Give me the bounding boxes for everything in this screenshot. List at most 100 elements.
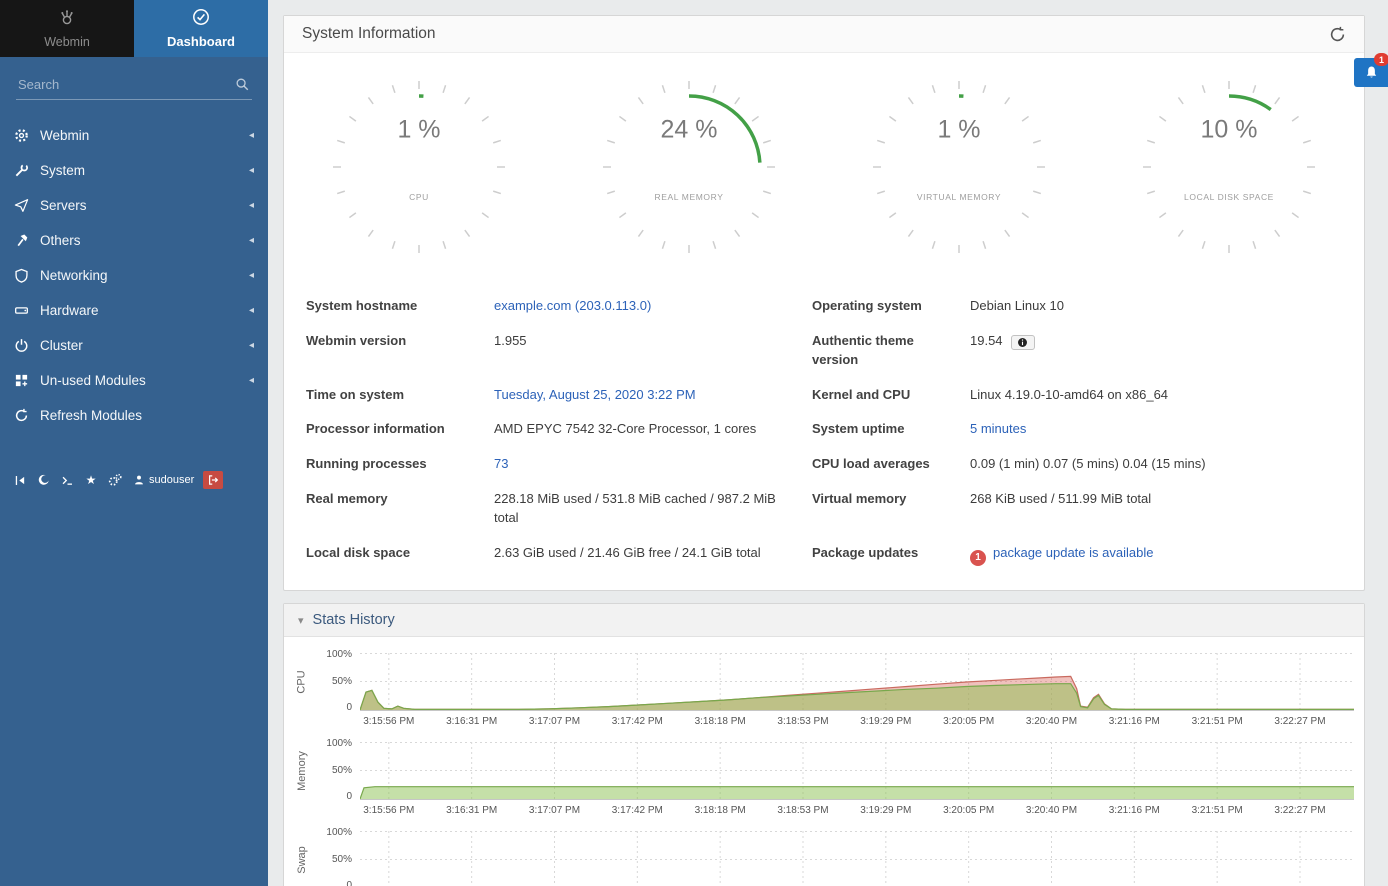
info-label: Webmin version bbox=[306, 324, 494, 359]
refresh-button[interactable] bbox=[1329, 26, 1346, 43]
night-mode-button[interactable] bbox=[36, 471, 52, 489]
chevron-left-icon: ◂ bbox=[249, 305, 254, 316]
chevron-left-icon: ◂ bbox=[249, 200, 254, 211]
user-button[interactable]: sudouser bbox=[131, 471, 196, 489]
search-icon[interactable] bbox=[235, 77, 250, 97]
x-axis-tick-label: 3:21:16 PM bbox=[1109, 716, 1160, 727]
hdd-icon bbox=[14, 303, 40, 318]
tab-dashboard-label: Dashboard bbox=[167, 34, 235, 49]
sidebar-item-refresh-modules[interactable]: Refresh Modules bbox=[0, 398, 268, 433]
running-processes-link[interactable]: 73 bbox=[494, 456, 508, 471]
chevron-left-icon: ◂ bbox=[249, 165, 254, 176]
x-axis-tick-label: 3:15:56 PM bbox=[363, 805, 414, 816]
sidebar-item-unused-modules[interactable]: Un-used Modules ◂ bbox=[0, 363, 268, 398]
info-label: Real memory bbox=[306, 482, 494, 517]
theme-info-button[interactable] bbox=[1011, 335, 1035, 350]
stats-history-header[interactable]: ▾ Stats History bbox=[284, 604, 1364, 637]
time-on-system-link[interactable]: Tuesday, August 25, 2020 3:22 PM bbox=[494, 387, 696, 402]
moon-icon bbox=[38, 474, 50, 486]
info-label: Kernel and CPU bbox=[812, 378, 970, 413]
gauge-value: 24 % bbox=[661, 116, 718, 145]
y-tick-label: 50% bbox=[332, 854, 352, 865]
collapse-triangle-icon: ▾ bbox=[298, 614, 304, 627]
memory-history-chart: Memory 100% 50% 0 3:15:56 PM3:16:31 PM3:… bbox=[290, 742, 1354, 820]
sidebar-item-hardware[interactable]: Hardware ◂ bbox=[0, 293, 268, 328]
terminal-button[interactable] bbox=[59, 471, 76, 489]
sidebar-item-system[interactable]: System ◂ bbox=[0, 153, 268, 188]
gear-icon bbox=[14, 128, 40, 143]
x-axis-tick-label: 3:20:40 PM bbox=[1026, 805, 1077, 816]
send-icon bbox=[14, 198, 40, 213]
sidebar-tabs: Webmin Dashboard bbox=[0, 0, 268, 57]
x-axis-tick-label: 3:18:53 PM bbox=[777, 805, 828, 816]
collapse-sidebar-button[interactable] bbox=[12, 471, 29, 489]
refresh-icon bbox=[14, 408, 40, 423]
memory-plot-area bbox=[360, 742, 1354, 800]
info-label: Package updates bbox=[812, 536, 970, 571]
favorites-button[interactable]: ★ bbox=[83, 471, 99, 489]
uptime-link[interactable]: 5 minutes bbox=[970, 421, 1026, 436]
sidebar-item-cluster[interactable]: Cluster ◂ bbox=[0, 328, 268, 363]
x-axis-tick-label: 3:22:27 PM bbox=[1274, 805, 1325, 816]
sidebar-item-others[interactable]: Others ◂ bbox=[0, 223, 268, 258]
chevron-left-icon: ◂ bbox=[249, 340, 254, 351]
main-content: System Information 1 % CPU 24 % REAL MEM… bbox=[268, 0, 1388, 886]
package-updates-link[interactable]: package update is available bbox=[993, 545, 1153, 560]
webmin-logo-icon bbox=[58, 9, 76, 32]
logout-button[interactable] bbox=[203, 471, 223, 489]
x-axis-tick-label: 3:21:16 PM bbox=[1109, 805, 1160, 816]
sidebar-item-networking[interactable]: Networking ◂ bbox=[0, 258, 268, 293]
gauge-dial bbox=[331, 79, 507, 255]
cpu-history-chart: CPU 100% 50% 0 3:15:56 PM3:16:31 PM3:17:… bbox=[290, 653, 1354, 731]
gauge-dial bbox=[871, 79, 1047, 255]
gears-icon bbox=[108, 473, 122, 487]
username-label: sudouser bbox=[149, 474, 194, 486]
info-value: 268 KiB used / 511.99 MiB total bbox=[970, 482, 1342, 517]
info-label: Processor information bbox=[306, 412, 494, 447]
chevron-left-icon: ◂ bbox=[249, 130, 254, 141]
info-label: Virtual memory bbox=[812, 482, 970, 517]
tab-dashboard[interactable]: Dashboard bbox=[134, 0, 268, 57]
stats-history-title: Stats History bbox=[313, 612, 395, 628]
x-axis-tick-label: 3:17:42 PM bbox=[612, 805, 663, 816]
gauge-label: VIRTUAL MEMORY bbox=[917, 192, 1001, 202]
gauge-value: 1 % bbox=[397, 116, 440, 145]
swap-plot-area bbox=[360, 831, 1354, 886]
sidebar-item-servers[interactable]: Servers ◂ bbox=[0, 188, 268, 223]
x-axis-tick-label: 3:20:05 PM bbox=[943, 805, 994, 816]
stats-history-panel: ▾ Stats History CPU 100% 50% 0 3:15:56 P… bbox=[283, 603, 1365, 886]
tools-icon bbox=[14, 233, 40, 248]
info-value: 0.09 (1 min) 0.07 (5 mins) 0.04 (15 mins… bbox=[970, 447, 1342, 482]
notifications-bell-button[interactable]: 1 bbox=[1354, 58, 1388, 87]
info-value: 19.54 bbox=[970, 324, 1342, 359]
y-tick-label: 50% bbox=[332, 676, 352, 687]
search-input[interactable] bbox=[16, 71, 252, 100]
y-tick-label: 100% bbox=[326, 827, 352, 838]
sidebar-menu: Webmin ◂ System ◂ Servers ◂ Others ◂ Net… bbox=[0, 118, 268, 433]
x-axis-tick-label: 3:17:07 PM bbox=[529, 805, 580, 816]
tab-webmin[interactable]: Webmin bbox=[0, 0, 134, 57]
hostname-link[interactable]: example.com (203.0.113.0) bbox=[494, 298, 651, 313]
info-value: example.com (203.0.113.0) bbox=[494, 289, 812, 324]
star-icon: ★ bbox=[86, 474, 97, 486]
cpu-x-axis: 3:15:56 PM3:16:31 PM3:17:07 PM3:17:42 PM… bbox=[360, 711, 1354, 731]
gauge-cpu: 1 % CPU bbox=[331, 79, 507, 255]
theme-settings-button[interactable] bbox=[106, 471, 124, 489]
gauge-label: CPU bbox=[409, 192, 429, 202]
x-axis-tick-label: 3:22:27 PM bbox=[1274, 716, 1325, 727]
package-updates-badge: 1 bbox=[970, 550, 986, 566]
info-value: AMD EPYC 7542 32-Core Processor, 1 cores bbox=[494, 412, 812, 447]
x-axis-tick-label: 3:20:05 PM bbox=[943, 716, 994, 727]
y-tick-label: 100% bbox=[326, 649, 352, 660]
info-label: Authentic theme version bbox=[812, 324, 970, 378]
info-label: System uptime bbox=[812, 412, 970, 447]
chevron-left-icon: ◂ bbox=[249, 235, 254, 246]
gauge-value: 10 % bbox=[1201, 116, 1258, 145]
gauge-dial bbox=[601, 79, 777, 255]
sidebar-item-webmin[interactable]: Webmin ◂ bbox=[0, 118, 268, 153]
system-info-table: System hostname example.com (203.0.113.0… bbox=[284, 289, 1364, 590]
sidebar: Webmin Dashboard Webmin ◂ S bbox=[0, 0, 268, 886]
info-value: Tuesday, August 25, 2020 3:22 PM bbox=[494, 378, 812, 413]
sidebar-footer: ★ sudouser bbox=[0, 471, 268, 489]
gauge-virtual-memory: 1 % VIRTUAL MEMORY bbox=[871, 79, 1047, 255]
